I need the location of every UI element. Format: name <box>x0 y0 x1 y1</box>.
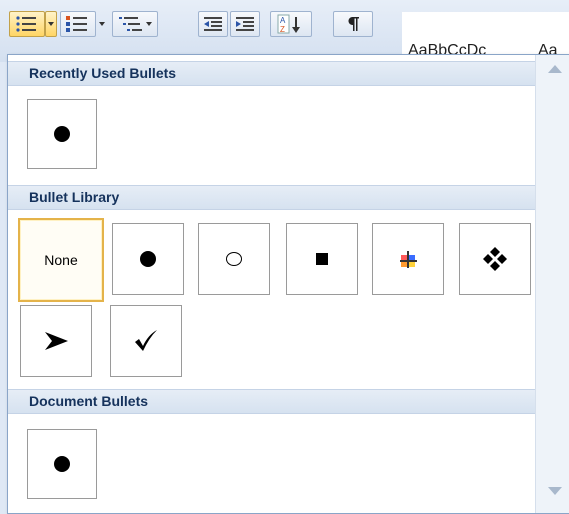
numbering-icon <box>66 16 87 32</box>
chevron-down-icon <box>146 22 152 26</box>
svg-text:Z: Z <box>280 25 285 34</box>
decrease-indent-icon <box>204 17 222 31</box>
bullets-dropdown-button[interactable] <box>45 11 57 37</box>
sort-icon: A Z <box>277 14 300 34</box>
chevron-down-icon <box>99 22 105 26</box>
bullet-library-header: Bullet Library <box>8 185 535 210</box>
filled-circle-bullet-icon <box>54 126 70 142</box>
multilevel-list-icon <box>119 17 142 31</box>
filled-square-bullet-icon <box>316 253 328 265</box>
four-diamond-bullet-icon <box>483 247 507 271</box>
increase-indent-icon <box>236 17 254 31</box>
show-formatting-marks-button[interactable] <box>333 11 373 37</box>
arrowhead-bullet-icon <box>45 332 68 350</box>
increase-indent-button[interactable] <box>230 11 260 37</box>
bullet-filled-circle[interactable] <box>112 223 184 295</box>
bullet-none-label: None <box>44 252 78 268</box>
bullet-four-diamond[interactable] <box>459 223 531 295</box>
show-formatting-marks-icon <box>348 17 359 31</box>
chevron-down-icon <box>48 22 54 26</box>
bullet-hollow-circle[interactable] <box>198 223 270 295</box>
numbering-button[interactable] <box>60 11 96 37</box>
hollow-circle-bullet-icon <box>226 252 242 266</box>
bullets-icon <box>16 16 36 32</box>
bullet-none[interactable]: None <box>18 218 104 302</box>
document-bullets-header: Document Bullets <box>8 389 535 414</box>
filled-circle-bullet-icon <box>140 251 156 267</box>
bullet-checkmark[interactable] <box>110 305 182 377</box>
document-bullet-filled-circle[interactable] <box>27 429 97 499</box>
bullet-arrowhead[interactable] <box>20 305 92 377</box>
bullet-filled-square[interactable] <box>286 223 358 295</box>
bullets-button[interactable] <box>9 11 45 37</box>
checkmark-bullet-icon <box>135 330 157 351</box>
recently-used-bullets-header: Recently Used Bullets <box>8 61 535 86</box>
recent-bullet-filled-circle[interactable] <box>27 99 97 169</box>
numbering-dropdown-button[interactable] <box>96 11 108 37</box>
bullet-multicolor-cross[interactable] <box>372 223 444 295</box>
panel-scrollbar[interactable] <box>535 55 569 513</box>
multilevel-list-button[interactable] <box>112 11 158 37</box>
scroll-up-arrow-icon[interactable] <box>548 65 562 73</box>
svg-text:A: A <box>280 16 286 25</box>
sort-button[interactable]: A Z <box>270 11 312 37</box>
ribbon: A Z AaBbCcDc Aa <box>0 0 569 62</box>
filled-circle-bullet-icon <box>54 456 70 472</box>
multicolor-cross-bullet-icon <box>400 251 417 268</box>
scroll-down-arrow-icon[interactable] <box>548 487 562 495</box>
bullet-library-dropdown: Recently Used Bullets Bullet Library Non… <box>7 54 569 514</box>
decrease-indent-button[interactable] <box>198 11 228 37</box>
